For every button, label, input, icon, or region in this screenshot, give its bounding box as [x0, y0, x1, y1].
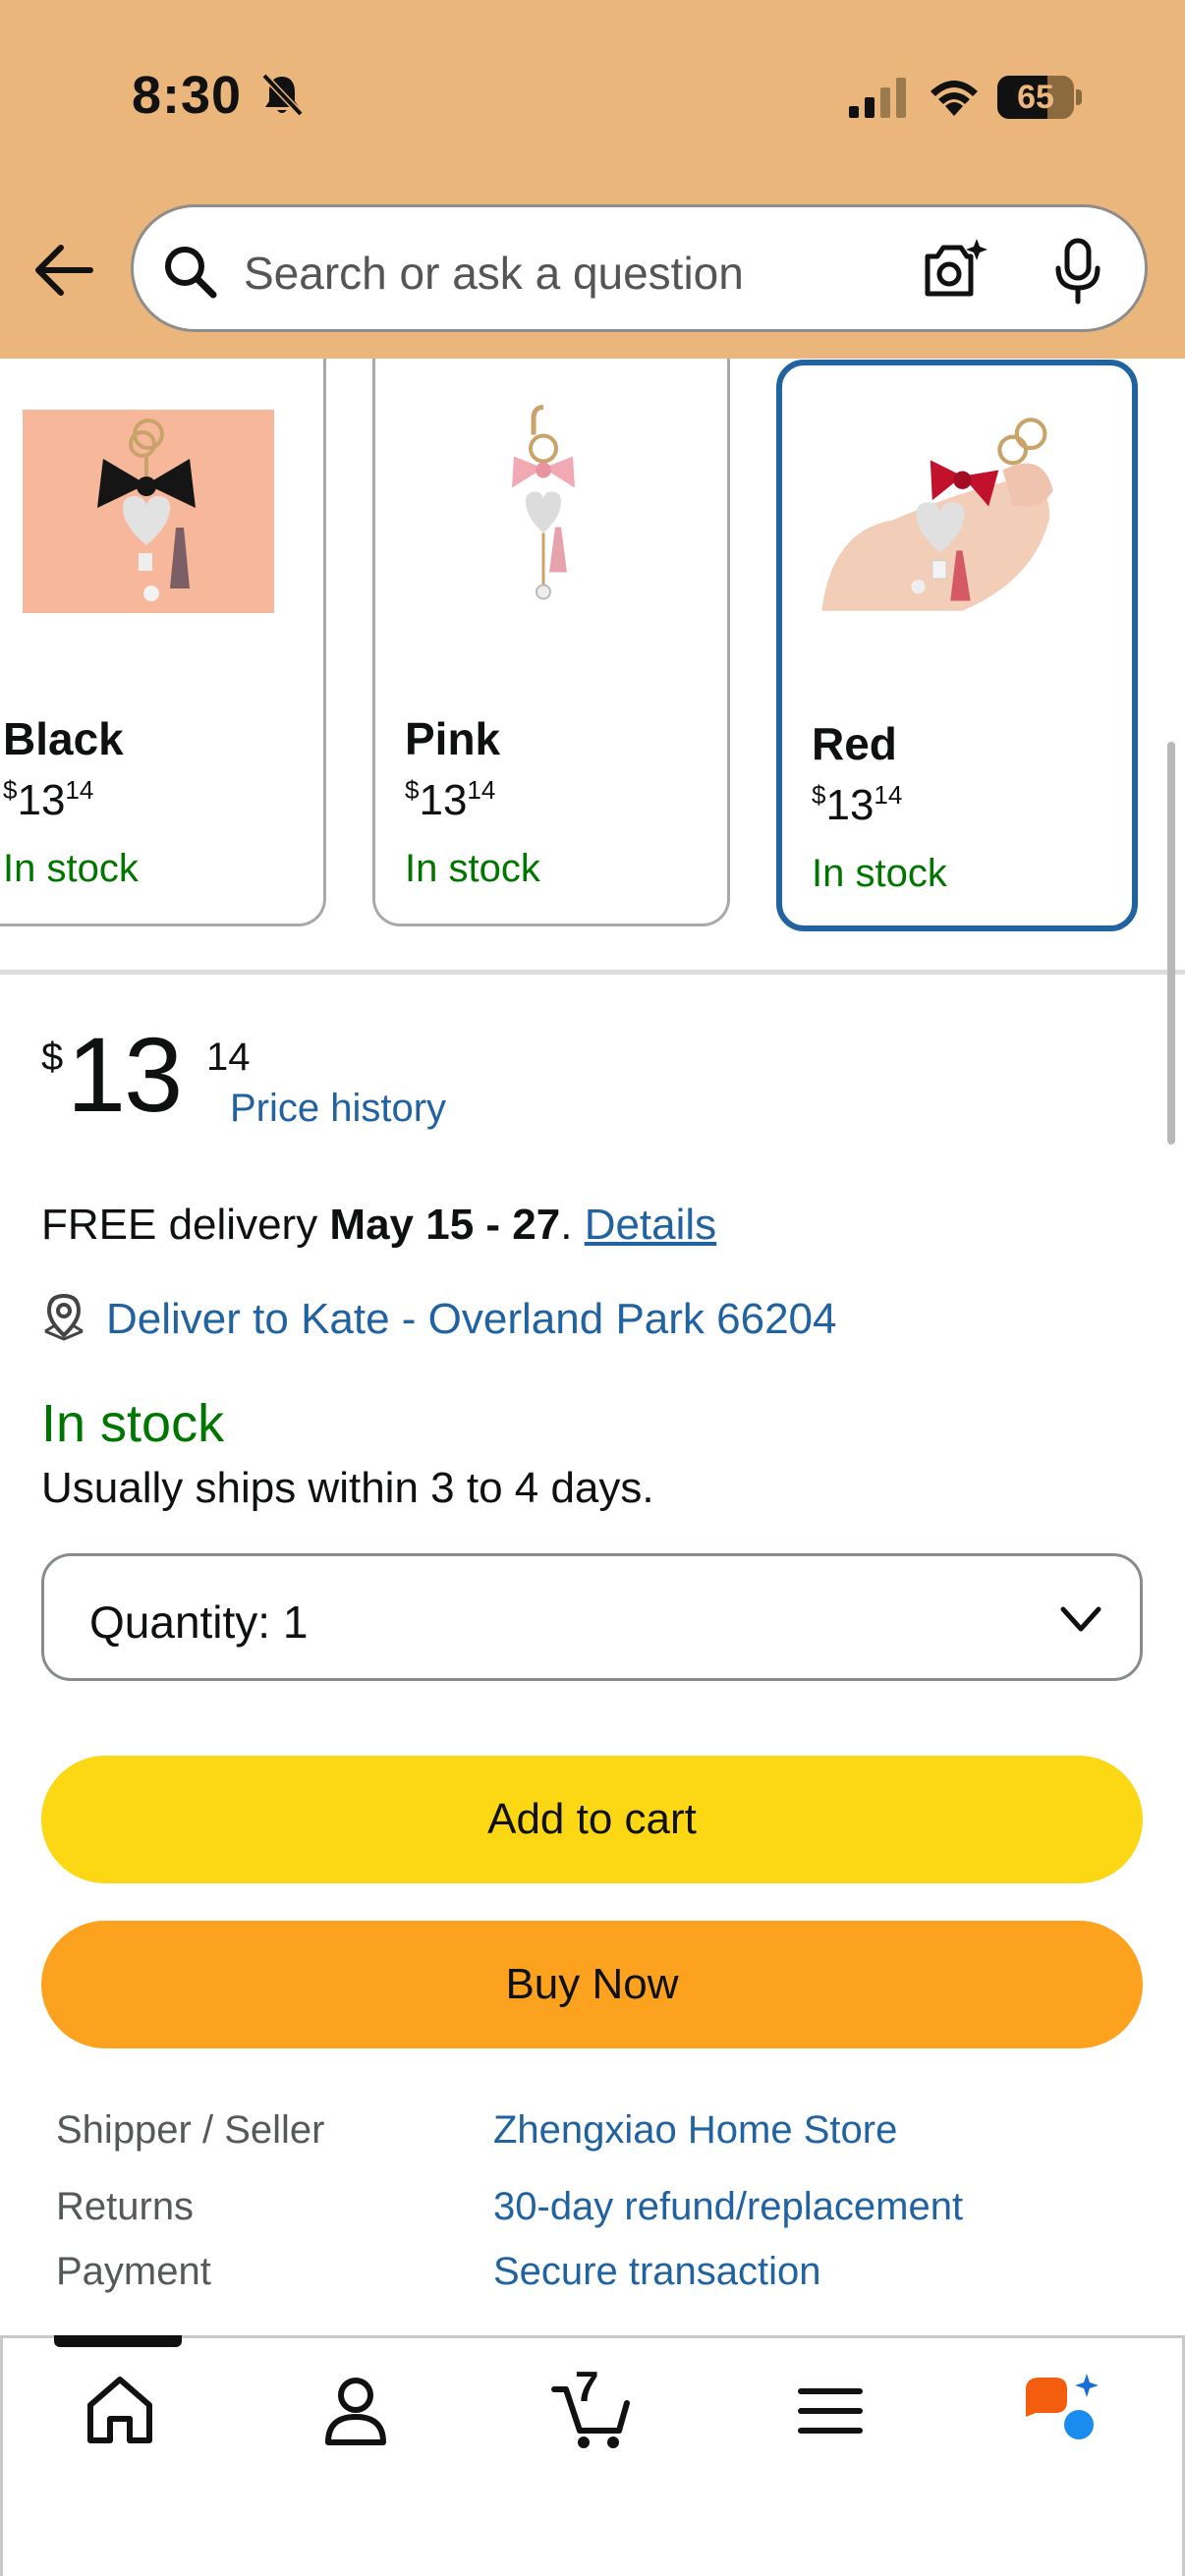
- returns-link[interactable]: 30-day refund/replacement: [493, 2185, 963, 2229]
- payment-link[interactable]: Secure transaction: [493, 2250, 821, 2294]
- section-divider: [0, 970, 1185, 975]
- back-arrow-icon[interactable]: [29, 236, 98, 305]
- availability-status: In stock: [41, 1394, 225, 1453]
- variant-stock: In stock: [812, 852, 947, 895]
- silent-bell-icon: [261, 73, 304, 117]
- black-keychain-image: [23, 410, 274, 613]
- red-keychain-image: [812, 410, 1069, 618]
- location-pin-icon: [44, 1293, 84, 1341]
- chevron-down-icon: [1060, 1606, 1101, 1632]
- shipping-note: Usually ships within 3 to 4 days.: [41, 1464, 654, 1512]
- variant-name: Pink: [405, 713, 501, 764]
- variant-name: Red: [812, 718, 897, 769]
- variant-name: Black: [3, 713, 124, 764]
- variant-price: $1314: [405, 775, 496, 824]
- delivery-info: FREE delivery May 15 - 27. Details: [41, 1201, 717, 1249]
- quantity-label: Quantity: 1: [89, 1596, 309, 1648]
- microphone-icon[interactable]: [1050, 237, 1105, 306]
- variant-card-pink[interactable]: Pink $1314 In stock: [372, 359, 730, 926]
- rufus-ai-icon[interactable]: [1022, 2368, 1104, 2450]
- cellular-signal-icon: [849, 78, 906, 118]
- menu-icon[interactable]: [789, 2368, 872, 2450]
- app-header: 8:30 65 Search or ask a question: [0, 0, 1185, 359]
- quantity-dropdown[interactable]: Quantity: 1: [41, 1553, 1143, 1681]
- battery-percent: 65: [1017, 79, 1054, 116]
- delivery-details-link[interactable]: Details: [585, 1201, 717, 1249]
- variant-stock: In stock: [3, 847, 139, 890]
- add-to-cart-button[interactable]: Add to cart: [41, 1756, 1143, 1883]
- cart-count-badge: 7: [575, 2363, 599, 2411]
- variant-card-red[interactable]: Red $1314 In stock: [776, 360, 1138, 931]
- pink-keychain-image: [418, 399, 669, 603]
- price-history-link[interactable]: Price history: [230, 1087, 446, 1131]
- active-tab-indicator: [54, 2335, 182, 2347]
- seller-link[interactable]: Zhengxiao Home Store: [493, 2108, 897, 2153]
- buy-now-button[interactable]: Buy Now: [41, 1921, 1143, 2048]
- scrollbar[interactable]: [1167, 742, 1175, 1145]
- camera-search-icon[interactable]: [920, 237, 988, 302]
- returns-label: Returns: [56, 2185, 195, 2228]
- search-input[interactable]: Search or ask a question: [131, 204, 1148, 332]
- shipper-seller-label: Shipper / Seller: [56, 2108, 325, 2152]
- account-icon[interactable]: [314, 2368, 397, 2450]
- variant-card-black[interactable]: Black $1314 In stock: [0, 359, 326, 926]
- payment-label: Payment: [56, 2250, 211, 2293]
- wifi-icon: [931, 81, 978, 116]
- home-icon[interactable]: [79, 2368, 161, 2450]
- variant-price: $1314: [3, 775, 94, 824]
- battery-icon: 65: [997, 76, 1082, 119]
- search-placeholder: Search or ask a question: [244, 248, 744, 299]
- variant-stock: In stock: [405, 847, 540, 890]
- search-icon: [165, 247, 217, 299]
- status-time: 8:30: [132, 66, 243, 125]
- deliver-to-link[interactable]: Deliver to Kate - Overland Park 66204: [106, 1295, 837, 1344]
- variant-price: $1314: [812, 780, 903, 829]
